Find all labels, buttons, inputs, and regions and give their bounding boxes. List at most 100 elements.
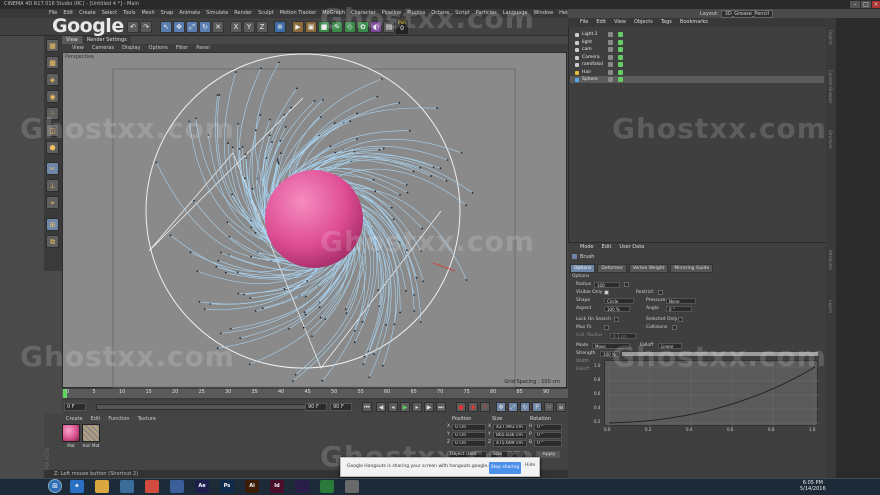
coord-position-field[interactable]: 0 cm — [452, 440, 486, 447]
object-row-ramifalsd[interactable]: ramifalsd — [570, 61, 824, 68]
attribute-tab-vertex-weight[interactable]: Vertex Weight — [628, 264, 669, 273]
objects-side-tab[interactable]: Objects — [828, 30, 833, 45]
start-frame-field[interactable]: 0 F — [64, 403, 86, 411]
enabled-check-icon[interactable] — [618, 62, 623, 67]
snap-icon[interactable]: ⌖ — [46, 196, 59, 209]
coord-rotation-field[interactable]: 0 ° — [534, 424, 562, 431]
media-icon[interactable] — [120, 480, 134, 493]
x-axis-icon[interactable]: X — [230, 21, 242, 33]
material-menu-edit[interactable]: Edit — [87, 415, 105, 423]
material-swatch[interactable] — [62, 424, 80, 442]
object-menu-objects[interactable]: Objects — [630, 18, 657, 27]
content-browser-side-tab[interactable]: Content Browser — [828, 70, 833, 103]
render-picture-viewer-icon[interactable]: ▣ — [305, 21, 317, 33]
redo-icon[interactable]: ↷ — [140, 21, 152, 33]
maximize-button[interactable]: □ — [861, 1, 871, 8]
coord-rotation-field[interactable]: 0 ° — [534, 440, 562, 447]
key-rotation-icon[interactable]: ↻ — [520, 402, 530, 412]
menu-item-snap[interactable]: Snap — [158, 9, 177, 18]
model-mode-icon[interactable]: ◈ — [46, 73, 59, 86]
key-pla-icon[interactable]: ⁙ — [544, 402, 554, 412]
key-scale-icon[interactable]: ⤢ — [508, 402, 518, 412]
live-select-icon[interactable]: ↖ — [160, 21, 172, 33]
preview-range-slider[interactable] — [96, 404, 326, 410]
hangouts-icon[interactable] — [345, 480, 359, 493]
object-menu-file[interactable]: File — [576, 18, 592, 27]
object-row-light-1[interactable]: Light.1 — [570, 31, 824, 38]
workplane-icon[interactable]: ⊞ — [46, 218, 59, 231]
goto-end-icon[interactable]: ⏭ — [436, 402, 446, 412]
tab-render-settings[interactable]: Render Settings — [82, 36, 131, 44]
render-view-icon[interactable]: ▶ — [292, 21, 304, 33]
attribute-menu-mode[interactable]: Mode — [576, 243, 598, 251]
end-frame-field-2[interactable]: 90 F — [330, 403, 352, 411]
camtasia-icon[interactable] — [320, 480, 334, 493]
visibility-toggle-icon[interactable] — [608, 69, 613, 75]
enabled-check-icon[interactable] — [618, 32, 623, 37]
object-menu-bookmarks[interactable]: Bookmarks — [676, 18, 712, 27]
material-menu-create[interactable]: Create — [62, 415, 87, 423]
z-axis-icon[interactable]: Z — [256, 21, 268, 33]
axis-mode-icon[interactable]: ⊥ — [46, 179, 59, 192]
enabled-check-icon[interactable] — [618, 54, 623, 60]
ai-icon[interactable]: Ai — [245, 480, 259, 493]
attribute-tab-mirroring-guide[interactable]: Mirroring Guide — [670, 264, 714, 273]
angle-field[interactable]: 0 ° — [666, 306, 692, 312]
tab-view[interactable]: View — [62, 36, 82, 44]
minimize-button[interactable]: – — [850, 1, 860, 8]
object-menu-tags[interactable]: Tags — [657, 18, 676, 27]
visibility-toggle-icon[interactable] — [608, 39, 613, 45]
attribute-menu-user-data[interactable]: User Data — [615, 243, 648, 251]
rotate-icon[interactable]: ↻ — [199, 21, 211, 33]
uv-mode-icon[interactable]: ◉ — [46, 90, 59, 103]
cinema4d-icon[interactable] — [170, 480, 184, 493]
viewport-menu-filter[interactable]: Filter — [172, 44, 192, 52]
goto-start-icon[interactable]: ⏮ — [362, 402, 372, 412]
visible-only-checkbox[interactable] — [604, 290, 609, 295]
object-row-cam[interactable]: cam — [570, 46, 824, 53]
radius-slider-handle[interactable] — [624, 282, 629, 287]
layout-dropdown[interactable]: 3D_Grease_Pencil — [720, 10, 773, 18]
material-menu-texture[interactable]: Texture — [134, 415, 160, 423]
aspect-field[interactable]: 100 % — [604, 306, 630, 312]
layout-selector[interactable]: Layout: 3D_Grease_Pencil — [700, 10, 773, 18]
autokey-icon[interactable]: ◉ — [468, 402, 478, 412]
attributes-side-tab[interactable]: Attributes — [828, 250, 833, 270]
prev-frame-icon[interactable]: ◂ — [388, 402, 398, 412]
y-axis-icon[interactable]: Y — [243, 21, 255, 33]
make-editable-icon[interactable]: ▦ — [46, 39, 59, 52]
keyframe-selection-icon[interactable]: ? — [480, 402, 490, 412]
ps-icon[interactable]: Ps — [220, 480, 234, 493]
layers-side-tab[interactable]: Layers — [828, 300, 833, 313]
material-menu-function[interactable]: Function — [104, 415, 133, 423]
radius-field[interactable]: 100 — [594, 282, 620, 288]
coll-radius-field[interactable]: 0.1 cm — [610, 333, 636, 339]
menu-item-sculpt[interactable]: Sculpt — [255, 9, 277, 18]
recent-tools-icon[interactable]: ✕ — [212, 21, 224, 33]
object-row-hair[interactable]: Hair — [570, 69, 824, 76]
scale-icon[interactable]: ⤢ — [186, 21, 198, 33]
system-clock[interactable]: 6:05 PM 5/14/2016 — [800, 480, 826, 492]
visibility-toggle-icon[interactable] — [608, 32, 613, 37]
close-button[interactable]: × — [872, 1, 880, 8]
collisions-checkbox[interactable] — [672, 325, 677, 330]
enabled-check-icon[interactable] — [618, 39, 623, 45]
next-key-icon[interactable]: ▶ — [424, 402, 434, 412]
ie-icon[interactable]: e — [70, 480, 84, 493]
selected-only-checkbox[interactable] — [678, 317, 683, 322]
object-menu-view[interactable]: View — [610, 18, 630, 27]
coord-position-field[interactable]: 0 cm — [452, 432, 486, 439]
perspective-viewport[interactable]: Perspective Grid Spacing : 100 cm — [62, 52, 567, 388]
shape-dropdown[interactable]: Circle — [604, 298, 634, 304]
move-icon[interactable]: ✥ — [173, 21, 185, 33]
play-icon[interactable]: ▶ — [400, 402, 410, 412]
end-frame-field[interactable]: 90 F — [305, 403, 327, 411]
pr-icon[interactable] — [295, 480, 309, 493]
attribute-menu-edit[interactable]: Edit — [598, 243, 616, 251]
hair-mode-icon[interactable]: ✂ — [46, 162, 59, 175]
structure-side-tab[interactable]: Structure — [828, 130, 833, 149]
start-icon[interactable]: ⊞ — [48, 479, 62, 493]
attribute-tab-options[interactable]: Options — [570, 264, 596, 273]
object-menu-edit[interactable]: Edit — [592, 18, 610, 27]
hide-notification-link[interactable]: Hide — [525, 463, 535, 468]
